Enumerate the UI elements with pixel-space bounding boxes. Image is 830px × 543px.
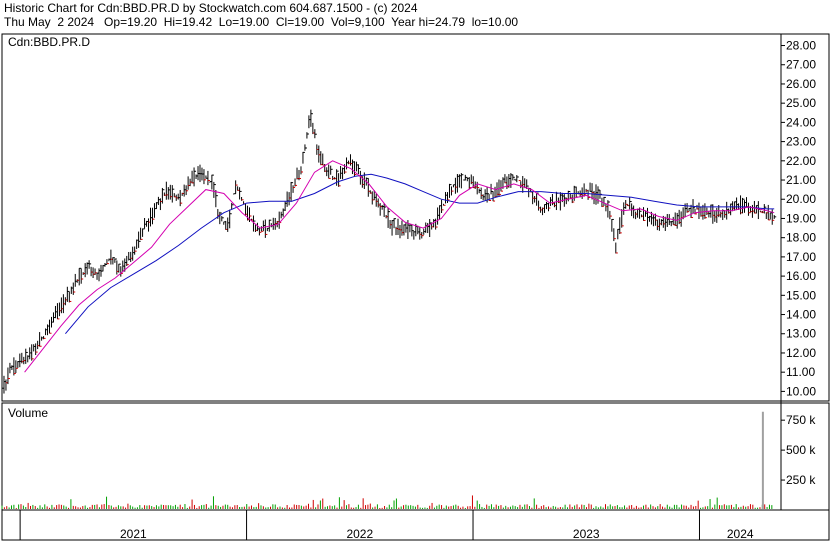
price-tick-label: 24.00 <box>786 115 816 129</box>
price-tick-label: 10.00 <box>786 384 816 398</box>
price-tick-label: 26.00 <box>786 77 816 91</box>
symbol-label: Cdn:BBD.PR.D <box>8 35 90 49</box>
price-tick-label: 21.00 <box>786 173 816 187</box>
volume-tick-label: 750 k <box>786 413 816 427</box>
volume-tick-label: 250 k <box>786 473 816 487</box>
year-label: 2022 <box>346 527 373 541</box>
axis-labels: 28.00 27.00 26.00 25.00 24.00 23.00 22.00 21.00… <box>8 35 816 541</box>
price-tick-label: 11.00 <box>786 365 815 379</box>
price-tick-label: 22.00 <box>786 154 816 168</box>
price-tick-label: 23.00 <box>786 135 816 149</box>
price-tick-label: 14.00 <box>786 308 816 322</box>
price-tick-label: 13.00 <box>786 327 816 341</box>
year-label: 2024 <box>727 527 754 541</box>
price-tick-label: 15.00 <box>786 288 816 302</box>
price-tick-label: 16.00 <box>786 269 816 283</box>
volume-label: Volume <box>8 406 48 420</box>
year-label: 2021 <box>120 527 147 541</box>
price-tick-label: 17.00 <box>786 250 816 264</box>
price-tick-label: 18.00 <box>786 231 816 245</box>
volume-panel <box>1 411 773 509</box>
price-tick-label: 20.00 <box>786 192 816 206</box>
price-tick-label: 12.00 <box>786 346 816 360</box>
volume-panel-border <box>1 402 830 511</box>
chart-frame <box>1 33 830 541</box>
moving-average-long <box>65 173 775 335</box>
year-label: 2023 <box>573 527 600 541</box>
price-tick-label: 25.00 <box>786 96 816 110</box>
price-tick-label: 19.00 <box>786 211 816 225</box>
moving-average-short <box>24 160 775 373</box>
price-tick-label: 28.00 <box>786 39 816 53</box>
stock-chart: 28.00 27.00 26.00 25.00 24.00 23.00 22.00 21.00… <box>1 33 830 541</box>
price-panel <box>1 109 777 395</box>
volume-tick-label: 500 k <box>786 443 816 457</box>
price-tick-label: 27.00 <box>786 58 816 72</box>
